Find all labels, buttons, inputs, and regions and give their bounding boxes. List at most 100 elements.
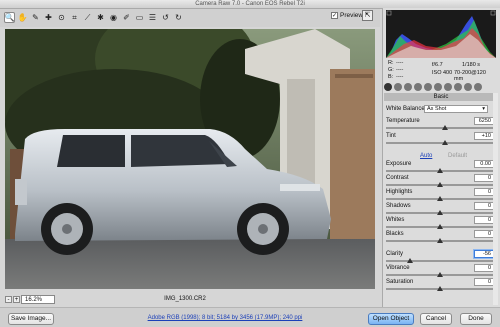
temperature-value-field[interactable]: 6250 [474, 117, 494, 125]
contrast-value-field[interactable]: 0 [474, 174, 494, 182]
r-value: ---- [396, 60, 404, 66]
straighten-icon[interactable]: ⟋ [82, 12, 93, 23]
red-eye-icon[interactable]: ◉ [108, 12, 119, 23]
vibrance-value-field[interactable]: 0 [474, 264, 494, 272]
preview-toggle[interactable]: ✓ Preview [331, 12, 363, 19]
auto-link[interactable]: Auto [420, 153, 432, 159]
highlights-label: Highlights [386, 189, 413, 195]
white-balance-icon[interactable]: ✎ [30, 12, 41, 23]
g-value: ---- [396, 67, 404, 73]
shadows-slider-thumb[interactable] [437, 210, 443, 215]
blacks-slider-thumb[interactable] [437, 238, 443, 243]
shadows-slider-row: Shadows 0 [386, 202, 494, 217]
tone-curve-tab-icon[interactable] [394, 83, 402, 91]
image-preview[interactable] [5, 29, 375, 289]
tint-slider-track[interactable] [386, 142, 494, 144]
split-toning-tab-icon[interactable] [424, 83, 432, 91]
whites-slider-thumb[interactable] [437, 224, 443, 229]
clarity-value-field[interactable]: -56 [474, 250, 494, 258]
clarity-slider-track[interactable] [386, 260, 494, 262]
toolbar: 🔍 ✋ ✎ ✚ ⊙ ⌗ ⟋ ✱ ◉ ✐ ▭ ☰ ↺ ↻ [0, 9, 380, 27]
temperature-slider-track[interactable] [386, 127, 494, 129]
contrast-slider-row: Contrast 0 [386, 174, 494, 189]
tint-slider-thumb[interactable] [442, 140, 449, 145]
saturation-value-field[interactable]: 0 [474, 278, 494, 286]
zoom-icon[interactable]: 🔍 [4, 12, 15, 23]
vibrance-label: Vibrance [386, 265, 410, 271]
done-button[interactable]: Done [460, 313, 492, 325]
saturation-label: Saturation [386, 279, 414, 285]
preferences-icon[interactable]: ☰ [147, 12, 158, 23]
exposure-slider-thumb[interactable] [437, 168, 443, 173]
car-photo [5, 29, 375, 289]
camera-readout: R: ---- G: ---- B: ---- f/6.7 1/180 s IS… [386, 58, 496, 82]
zoom-out-button[interactable]: - [5, 296, 12, 303]
fullscreen-button[interactable]: ⇱ [362, 10, 373, 21]
hand-icon[interactable]: ✋ [17, 12, 28, 23]
saturation-slider-thumb[interactable] [437, 286, 443, 291]
tint-slider-row: Tint +10 [386, 132, 494, 147]
exposure-slider-row: Exposure 0.00 [386, 160, 494, 175]
targeted-adjustment-icon[interactable]: ⊙ [56, 12, 67, 23]
hsl-tab-icon[interactable] [414, 83, 422, 91]
vibrance-slider-thumb[interactable] [437, 272, 443, 277]
highlights-slider-row: Highlights 0 [386, 188, 494, 203]
effects-tab-icon[interactable] [444, 83, 452, 91]
presets-tab-icon[interactable] [464, 83, 472, 91]
highlights-value-field[interactable]: 0 [474, 188, 494, 196]
clarity-slider-row: Clarity -56 [386, 250, 494, 265]
zoom-level-select[interactable]: 16.2% [21, 295, 55, 304]
contrast-slider-thumb[interactable] [437, 182, 443, 187]
shadows-value-field[interactable]: 0 [474, 202, 494, 210]
histogram [386, 10, 496, 58]
adjustment-brush-icon[interactable]: ✐ [121, 12, 132, 23]
temperature-label: Temperature [386, 118, 420, 124]
contrast-label: Contrast [386, 175, 409, 181]
temperature-slider-thumb[interactable] [442, 125, 449, 130]
cancel-button[interactable]: Cancel [420, 313, 452, 325]
shadows-label: Shadows [386, 203, 411, 209]
blacks-value-field[interactable]: 0 [474, 230, 494, 238]
temperature-slider-row: Temperature 6250 [386, 117, 494, 132]
panel-tabs [384, 82, 498, 92]
exposure-value-field[interactable]: 0.00 [474, 160, 494, 168]
tint-value-field[interactable]: +10 [474, 132, 494, 140]
window-title: Camera Raw 7.0 - Canon EOS Rebel T2i [195, 1, 305, 7]
crop-icon[interactable]: ⌗ [69, 12, 80, 23]
saturation-slider-row: Saturation 0 [386, 278, 494, 293]
graduated-filter-icon[interactable]: ▭ [134, 12, 145, 23]
save-image-button[interactable]: Save Image... [8, 313, 54, 325]
color-sampler-icon[interactable]: ✚ [43, 12, 54, 23]
preview-checkbox[interactable]: ✓ [331, 12, 338, 19]
spot-removal-icon[interactable]: ✱ [95, 12, 106, 23]
g-label: G: [388, 67, 394, 73]
rotate-cw-icon[interactable]: ↻ [173, 12, 184, 23]
b-value: ---- [396, 74, 404, 80]
lens-tab-icon[interactable] [434, 83, 442, 91]
white-balance-select[interactable]: As Shot ▾ [424, 105, 488, 113]
shutter-speed: 1/180 s [462, 62, 481, 68]
rotate-ccw-icon[interactable]: ↺ [160, 12, 171, 23]
white-balance-value: As Shot [427, 106, 447, 112]
detail-tab-icon[interactable] [404, 83, 412, 91]
white-balance-label: White Balance: [386, 106, 427, 112]
open-object-button[interactable]: Open Object [368, 313, 414, 325]
vibrance-slider-row: Vibrance 0 [386, 264, 494, 279]
auto-default-links: Auto Default [420, 153, 481, 159]
camera-calibration-tab-icon[interactable] [454, 83, 462, 91]
basic-tab-icon[interactable] [384, 83, 392, 91]
panel-scrollbar[interactable] [493, 93, 498, 305]
highlights-slider-thumb[interactable] [437, 196, 443, 201]
file-name: IMG_1300.CR2 [164, 296, 206, 302]
r-label: R: [388, 60, 394, 66]
whites-slider-row: Whites 0 [386, 216, 494, 231]
zoom-in-button[interactable]: + [13, 296, 20, 303]
workflow-options-link[interactable]: Adobe RGB (1998); 8 bit; 5184 by 3456 (1… [140, 315, 310, 321]
whites-value-field[interactable]: 0 [474, 216, 494, 224]
aperture: f/6.7 [432, 62, 443, 68]
clarity-slider-thumb[interactable] [406, 258, 413, 263]
blacks-label: Blacks [386, 231, 404, 237]
snapshots-tab-icon[interactable] [474, 83, 482, 91]
b-label: B: [388, 74, 394, 80]
default-link[interactable]: Default [448, 153, 467, 159]
